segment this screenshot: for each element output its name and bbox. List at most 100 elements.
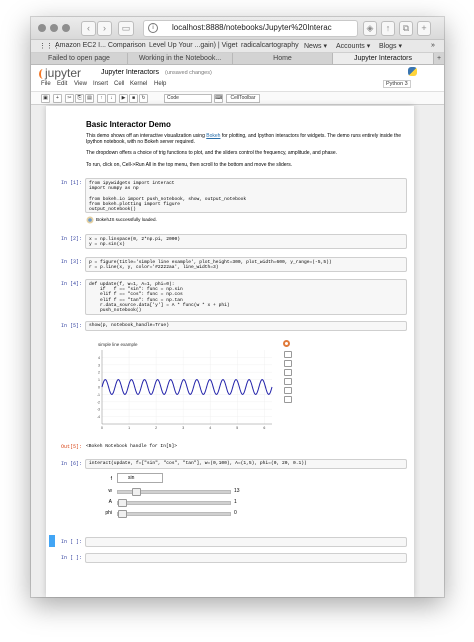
minimize-window-button[interactable] <box>50 24 58 32</box>
page-content: jupyter Jupyter Interactors (unsaved cha… <box>31 65 444 597</box>
bookmark-0[interactable]: Amazon EC2 I... Comparison <box>55 42 146 49</box>
w-slider[interactable] <box>117 488 231 496</box>
cell-1-input[interactable]: from ipywidgets import interact import n… <box>85 178 407 213</box>
paste-icon[interactable]: ▤ <box>85 94 94 103</box>
cell-2-code: x = np.linspace(0, 2*np.pi, 2000) y = np… <box>89 237 180 248</box>
y-tick-label: -1 <box>97 393 100 397</box>
forward-button[interactable]: › <box>97 21 112 36</box>
save-tool-icon[interactable] <box>284 378 292 385</box>
keyboard-icon[interactable]: ⌨ <box>214 94 223 103</box>
A-slider-handle[interactable] <box>118 499 127 507</box>
cell-6-input[interactable]: interact(update, f=["sin", "cos", "tan"]… <box>85 459 407 469</box>
cell-6-prompt: In [6]: <box>60 461 82 467</box>
copy-icon[interactable]: ⎘ <box>75 94 84 103</box>
box-zoom-tool-icon[interactable] <box>284 369 292 376</box>
bookmark-1[interactable]: Level Up Your ...gain) | Viget <box>149 42 237 49</box>
bokeh-link[interactable]: Bokeh <box>206 133 220 139</box>
cell-5-prompt: In [5]: <box>60 323 82 329</box>
y-tick-label: -3 <box>97 408 100 412</box>
cell-7-prompt: In [ ]: <box>60 539 82 545</box>
new-tab-button[interactable]: + <box>417 21 431 36</box>
close-window-button[interactable] <box>38 24 46 32</box>
bokeh-plot[interactable]: simple line example 4 3 2 1 0 -1 -2 -3 -4 0 1 2 3 4 5 6 <box>92 340 280 434</box>
bokeh-logo-icon[interactable] <box>283 340 290 347</box>
cell-7-input[interactable] <box>85 537 407 547</box>
menu-insert[interactable]: Insert <box>93 81 108 87</box>
bokeh-logo-icon <box>86 216 95 224</box>
cell-4-input[interactable]: def update(f, w=1, A=1, phi=0): if f == … <box>85 279 407 315</box>
cell-2-input[interactable]: x = np.linspace(0, 2*np.pi, 2000) y = np… <box>85 234 407 249</box>
menu-edit[interactable]: Edit <box>57 81 67 87</box>
url-text: localhost:8888/notebooks/Jupyter%20Inter… <box>172 23 332 32</box>
restart-icon[interactable]: ↻ <box>139 94 148 103</box>
x-tick-label: 2 <box>155 426 157 430</box>
pan-tool-icon[interactable] <box>284 351 292 358</box>
cell-3-code: p = figure(title='simple line example', … <box>89 260 332 271</box>
cell-4-code: def update(f, w=1, A=1, phi=0): if f == … <box>89 282 230 314</box>
jupyter-logo-text[interactable]: jupyter <box>45 66 81 80</box>
cell-5-input[interactable]: show(p, notebook_handle=True) <box>85 321 407 331</box>
menu-file[interactable]: File <box>41 81 51 87</box>
python-logo-icon <box>408 67 417 76</box>
celltoolbar-button[interactable]: CellToolbar <box>226 94 260 103</box>
plot-toolbar <box>282 340 292 410</box>
tab-3[interactable]: Jupyter Interactors <box>333 53 434 64</box>
tabs-icon[interactable]: ⧉ <box>399 21 413 36</box>
plot-axes: 4 3 2 1 0 -1 -2 -3 -4 0 1 2 3 4 5 6 <box>97 350 272 430</box>
bookmark-2[interactable]: radicalcartography <box>241 42 299 49</box>
sidebar-icon[interactable]: ▭ <box>118 21 134 36</box>
bookmark-5[interactable]: Blogs ▾ <box>379 42 402 50</box>
cell-5-out-prompt: Out[5]: <box>60 444 82 450</box>
cell-type-select[interactable]: Code <box>164 94 212 103</box>
move-down-icon[interactable]: ↓ <box>107 94 116 103</box>
jupyter-header: jupyter Jupyter Interactors (unsaved cha… <box>31 65 444 105</box>
shield-icon[interactable]: ◈ <box>363 21 377 36</box>
tab-1[interactable]: Working in the Notebook... <box>128 53 233 64</box>
f-dropdown[interactable]: sin <box>117 473 163 483</box>
run-icon[interactable]: ▶ <box>119 94 128 103</box>
share-icon[interactable]: ↑ <box>381 21 395 36</box>
bookmark-4[interactable]: Accounts ▾ <box>336 42 370 50</box>
notebook-toolbar: ▣ + ✂ ⎘ ▤ ↑ ↓ ▶ ■ ↻ Code ⌨ CellToolbar <box>31 91 444 105</box>
f-label: f <box>110 476 112 482</box>
menu-cell[interactable]: Cell <box>114 81 124 87</box>
x-tick-label: 0 <box>101 426 103 430</box>
back-button[interactable]: ‹ <box>81 21 96 36</box>
tab-0[interactable]: Failed to open page <box>31 53 128 64</box>
cut-icon[interactable]: ✂ <box>65 94 74 103</box>
notebook-name[interactable]: Jupyter Interactors <box>101 69 159 76</box>
cell-6-code: interact(update, f=["sin", "cos", "tan"]… <box>89 461 307 466</box>
reset-tool-icon[interactable] <box>284 387 292 394</box>
cell-2-prompt: In [2]: <box>60 236 82 242</box>
zoom-window-button[interactable] <box>62 24 70 32</box>
bookmark-3[interactable]: News ▾ <box>304 42 327 50</box>
help-tool-icon[interactable] <box>284 396 292 403</box>
save-icon[interactable]: ▣ <box>41 94 50 103</box>
y-tick-label: 3 <box>98 363 100 367</box>
cell-1-output: BokehJS successfully loaded. <box>96 217 157 222</box>
info-icon[interactable]: i <box>148 23 158 33</box>
phi-value: 0 <box>234 510 237 516</box>
cell-8-input[interactable] <box>85 553 407 563</box>
phi-slider-handle[interactable] <box>118 510 127 518</box>
y-tick-label: 2 <box>98 371 100 375</box>
A-value: 1 <box>234 499 237 505</box>
plus-icon[interactable]: + <box>434 53 444 64</box>
move-up-icon[interactable]: ↑ <box>97 94 106 103</box>
A-slider[interactable] <box>117 499 231 507</box>
add-cell-icon[interactable]: + <box>53 94 62 103</box>
address-bar[interactable]: i localhost:8888/notebooks/Jupyter%20Int… <box>143 20 358 37</box>
menu-view[interactable]: View <box>74 81 87 87</box>
chevron-right-icon[interactable]: » <box>431 42 435 49</box>
w-slider-handle[interactable] <box>131 488 141 496</box>
wheel-zoom-tool-icon[interactable] <box>284 360 292 367</box>
tab-2[interactable]: Home <box>233 53 333 64</box>
y-tick-label: -2 <box>97 400 100 404</box>
cell-3-input[interactable]: p = figure(title='simple line example', … <box>85 257 407 272</box>
menu-help[interactable]: Help <box>154 81 166 87</box>
title-bar: ‹ › ▭ i localhost:8888/notebooks/Jupyter… <box>31 17 444 40</box>
stop-icon[interactable]: ■ <box>129 94 138 103</box>
w-label: w <box>108 488 112 494</box>
menu-kernel[interactable]: Kernel <box>130 81 147 87</box>
phi-slider[interactable] <box>117 510 231 518</box>
